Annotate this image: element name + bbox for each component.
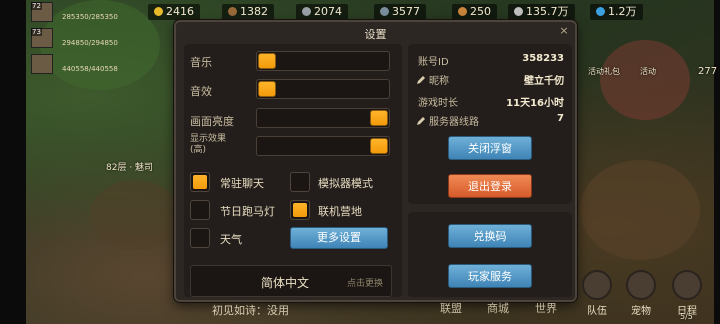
weather-label: 天气	[220, 233, 242, 246]
floor-label: 82层 · 魅司	[106, 163, 154, 173]
foliage-decor	[600, 40, 690, 120]
team-icon	[582, 270, 612, 300]
resource-food: 250	[452, 4, 497, 20]
sfx-label: 音效	[190, 85, 212, 98]
resource-gem: 1.2万	[590, 4, 643, 20]
avatar	[31, 54, 53, 74]
server-label: 服务器线路	[429, 117, 479, 128]
playtime-label: 游戏时长	[418, 98, 458, 109]
service-actions: 兑换码 玩家服务	[408, 212, 572, 297]
account-panel: 账号ID 358233 昵称 壁立千仞 游戏时长 11天16小时 服务器线路 7…	[408, 44, 572, 297]
display-effect-slider[interactable]	[256, 136, 390, 156]
coin-icon	[154, 7, 163, 16]
member-hp: 294850/294850	[62, 39, 118, 47]
server-row[interactable]: 服务器线路	[416, 113, 479, 128]
sfx-slider[interactable]	[256, 79, 390, 99]
festival-marquee-label: 节日跑马灯	[220, 205, 275, 218]
team-button[interactable]: 队伍	[578, 270, 616, 320]
festival-marquee-checkbox[interactable]	[190, 200, 210, 220]
player-service-button[interactable]: 玩家服务	[448, 264, 532, 288]
pet-icon	[626, 270, 656, 300]
language-selector[interactable]: 简体中文 点击更换	[190, 265, 392, 297]
account-info: 账号ID 358233 昵称 壁立千仞 游戏时长 11天16小时 服务器线路 7…	[408, 44, 572, 204]
display-effect-slider-knob[interactable]	[370, 138, 388, 154]
resource-iron: 3577	[374, 4, 426, 20]
member-level: 73	[31, 28, 42, 36]
account-id-label: 账号ID	[418, 57, 449, 68]
sfx-slider-knob[interactable]	[258, 81, 276, 97]
event-pack-label[interactable]: 活动礼包	[588, 66, 620, 77]
member-level: 72	[31, 2, 42, 10]
event-label[interactable]: 活动	[640, 66, 656, 77]
language-change-hint: 点击更换	[346, 279, 383, 289]
nickname-label: 昵称	[429, 76, 449, 87]
resource-wood: 1382	[222, 4, 274, 20]
resource-gold: 2416	[148, 4, 200, 20]
online-camp-label: 联机营地	[318, 205, 362, 218]
nav-world[interactable]: 世界	[535, 300, 557, 316]
nav-alliance[interactable]: 联盟	[440, 300, 462, 316]
dialog-title: 设置	[364, 28, 387, 41]
pet-label: 宠物	[631, 306, 651, 317]
count-label: 277	[698, 66, 718, 77]
wood-icon	[228, 7, 237, 16]
persistent-chat-label: 常驻聊天	[220, 177, 264, 190]
team-label: 队伍	[587, 306, 607, 317]
gem-icon	[596, 7, 605, 16]
foliage-decor	[90, 180, 180, 250]
logout-button[interactable]: 退出登录	[448, 174, 532, 198]
chat-preview[interactable]: 初见如诗：没用	[212, 302, 289, 318]
online-camp-checkbox[interactable]	[290, 200, 310, 220]
emulator-mode-checkbox[interactable]	[290, 172, 310, 192]
member-hp: 440558/440558	[62, 65, 118, 73]
settings-panel: 音乐 音效 画面亮度 显示效果 (高) 常驻聊天 模拟器模式 节日跑马灯 联机营…	[184, 44, 402, 297]
edit-pencil-icon	[417, 76, 425, 84]
music-slider-knob[interactable]	[258, 53, 276, 69]
close-icon[interactable]: ×	[557, 24, 571, 38]
screen-edge-right	[714, 0, 720, 324]
nav-shop[interactable]: 商城	[487, 300, 509, 316]
schedule-count: 5/5	[680, 312, 693, 321]
account-id-value: 358233	[522, 53, 564, 64]
resource-silver: 135.7万	[508, 4, 575, 20]
settings-dialog: 设置 × 音乐 音效 画面亮度 显示效果 (高) 常驻聊天 模拟器模式 节日跑马…	[174, 20, 577, 302]
pet-button[interactable]: 宠物	[622, 270, 660, 320]
resource-stone: 2074	[296, 4, 348, 20]
brightness-slider-knob[interactable]	[370, 110, 388, 126]
brightness-slider[interactable]	[256, 108, 390, 128]
playtime-value: 11天16小时	[506, 98, 564, 109]
emulator-mode-label: 模拟器模式	[318, 177, 373, 190]
party-member[interactable]: 73 294850/294850	[28, 26, 136, 49]
close-float-button[interactable]: 关闭浮窗	[448, 136, 532, 160]
weather-checkbox[interactable]	[190, 228, 210, 248]
nickname-row[interactable]: 昵称	[416, 72, 449, 87]
edit-pencil-icon	[417, 117, 425, 125]
persistent-chat-checkbox[interactable]	[190, 172, 210, 192]
brightness-label: 画面亮度	[190, 115, 234, 128]
schedule-icon	[672, 270, 702, 300]
language-value: 简体中文	[261, 276, 310, 290]
music-slider[interactable]	[256, 51, 390, 71]
party-member[interactable]: 440558/440558	[28, 52, 136, 75]
redeem-code-button[interactable]: 兑换码	[448, 224, 532, 248]
foliage-decor	[580, 160, 700, 260]
iron-icon	[380, 7, 389, 16]
nickname-value: 壁立千仞	[524, 76, 564, 87]
food-icon	[458, 7, 467, 16]
party-list: 72 285350/285350 73 294850/294850 440558…	[28, 0, 136, 78]
member-hp: 285350/285350	[62, 13, 118, 21]
more-settings-button[interactable]: 更多设置	[290, 227, 388, 249]
silver-icon	[514, 7, 523, 16]
party-member[interactable]: 72 285350/285350	[28, 0, 136, 23]
stone-icon	[302, 7, 311, 16]
screen-edge-left	[0, 0, 26, 324]
music-label: 音乐	[190, 56, 212, 69]
server-value: 7	[557, 113, 564, 124]
display-effect-label: 显示效果 (高)	[190, 134, 227, 155]
